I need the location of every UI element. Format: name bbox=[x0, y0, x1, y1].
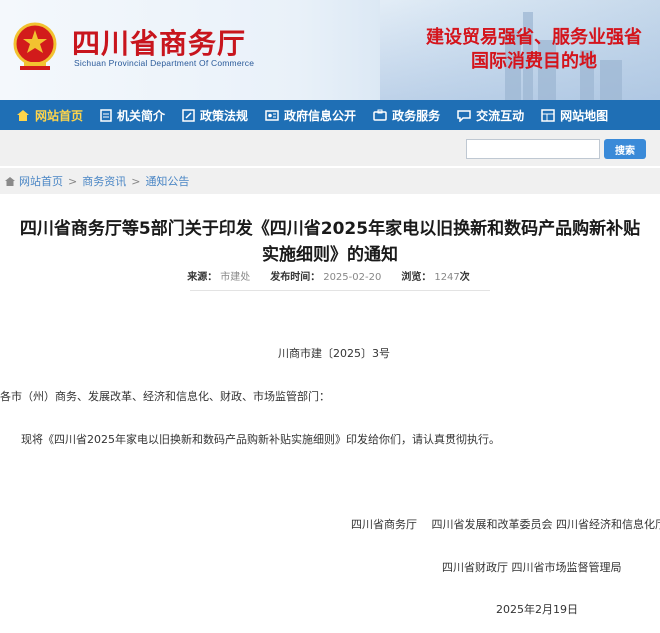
article-date: 发布时间： 2025-02-20 bbox=[270, 268, 381, 283]
nav-label: 网站首页 bbox=[35, 108, 84, 123]
nav-label: 政务服务 bbox=[392, 108, 441, 123]
nav-label: 交流互动 bbox=[476, 108, 525, 123]
nav-item-about[interactable]: 机关简介 bbox=[92, 100, 174, 130]
nav-item-interaction[interactable]: 交流互动 bbox=[449, 100, 533, 130]
sitemap-icon bbox=[541, 108, 555, 122]
search-input[interactable] bbox=[466, 139, 600, 159]
signers-line-2: 四川省财政厅 四川省市场监督管理局 bbox=[442, 561, 622, 574]
signers-line-1: 四川省商务厅 四川省发展和改革委员会 四川省经济和信息化厅 bbox=[351, 518, 660, 531]
main-navigation: 网站首页 机关简介 政策法规 政府信息公开 政务服务 交流互动 网站地图 bbox=[0, 100, 660, 130]
site-name-english: Sichuan Provincial Department Of Commerc… bbox=[74, 58, 255, 68]
document-icon bbox=[100, 108, 112, 122]
breadcrumb-news[interactable]: 商务资讯 bbox=[82, 173, 126, 189]
article-title-line-2: 实施细则》的通知 bbox=[262, 245, 398, 265]
site-banner: 四川省商务厅 Sichuan Provincial Department Of … bbox=[0, 0, 660, 100]
article-title-line-1: 四川省商务厅等5部门关于印发《四川省2025年家电以旧换新和数码产品购新补贴 bbox=[19, 219, 641, 239]
nav-label: 机关简介 bbox=[117, 108, 166, 123]
nav-item-policy[interactable]: 政策法规 bbox=[174, 100, 257, 130]
views-value: 1247 bbox=[434, 272, 460, 283]
views-label: 浏览： bbox=[401, 272, 432, 283]
article-source: 来源： 市建处 bbox=[187, 268, 250, 283]
date-label: 发布时间： bbox=[270, 272, 321, 283]
nav-item-info-disclosure[interactable]: 政府信息公开 bbox=[257, 100, 365, 130]
chat-icon bbox=[457, 109, 471, 122]
article-title: 四川省商务厅等5部门关于印发《四川省2025年家电以旧换新和数码产品购新补贴 实… bbox=[0, 216, 660, 268]
article-meta: 来源： 市建处 发布时间： 2025-02-20 浏览： 1247次 bbox=[0, 268, 660, 283]
meta-divider bbox=[190, 290, 490, 291]
nav-label: 政策法规 bbox=[200, 108, 249, 123]
article-views: 浏览： 1247次 bbox=[401, 268, 472, 283]
date-value: 2025-02-20 bbox=[323, 272, 382, 283]
search-bar: 搜索 bbox=[0, 130, 660, 166]
source-label: 来源： bbox=[187, 272, 218, 283]
breadcrumb-home[interactable]: 网站首页 bbox=[19, 173, 63, 189]
site-name[interactable]: 四川省商务厅 bbox=[72, 22, 246, 62]
national-emblem-icon bbox=[12, 22, 58, 72]
nav-item-gov-services[interactable]: 政务服务 bbox=[365, 100, 449, 130]
banner-slogan: 建设贸易强省、服务业强省 国际消费目的地 bbox=[426, 26, 642, 74]
home-icon bbox=[17, 109, 29, 121]
home-icon bbox=[5, 176, 15, 186]
edit-icon bbox=[182, 108, 195, 122]
breadcrumb-separator: > bbox=[68, 174, 78, 188]
nav-label: 政府信息公开 bbox=[284, 108, 357, 123]
document-number: 川商市建〔2025〕3号 bbox=[278, 347, 390, 360]
source-value: 市建处 bbox=[220, 272, 251, 283]
nav-item-home[interactable]: 网站首页 bbox=[8, 100, 92, 130]
recipients-line: 各市（州）商务、发展改革、经济和信息化、财政、市场监管部门： bbox=[0, 390, 330, 403]
breadcrumb-notices[interactable]: 通知公告 bbox=[145, 173, 189, 189]
slogan-line-1: 建设贸易强省、服务业强省 bbox=[426, 27, 642, 48]
nav-item-sitemap[interactable]: 网站地图 bbox=[533, 100, 617, 130]
service-icon bbox=[373, 109, 387, 121]
breadcrumb: 网站首页 > 商务资讯 > 通知公告 bbox=[0, 168, 660, 194]
slogan-line-2: 国际消费目的地 bbox=[471, 51, 597, 72]
body-paragraph: 现将《四川省2025年家电以旧换新和数码产品购新补贴实施细则》印发给你们，请认真… bbox=[21, 433, 500, 446]
search-button[interactable]: 搜索 bbox=[604, 139, 646, 159]
nav-label: 网站地图 bbox=[560, 108, 609, 123]
breadcrumb-separator: > bbox=[131, 174, 141, 188]
views-unit: 次 bbox=[459, 272, 470, 283]
info-icon bbox=[265, 109, 279, 121]
signing-date: 2025年2月19日 bbox=[496, 603, 578, 616]
